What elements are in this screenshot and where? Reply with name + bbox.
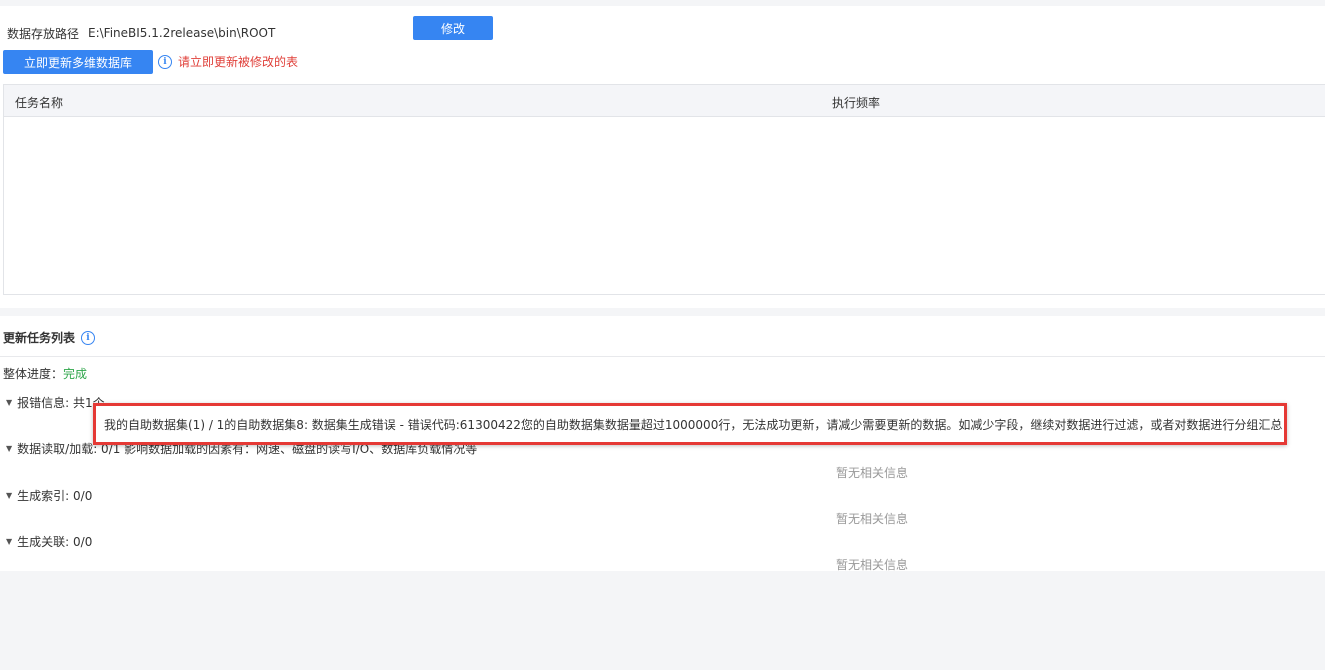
section-generate-index[interactable]: ▼ 生成索引: 0/0 (6, 487, 92, 504)
caret-down-icon: ▼ (6, 491, 13, 500)
caret-down-icon: ▼ (6, 537, 13, 546)
info-icon: i (158, 54, 172, 69)
caret-down-icon: ▼ (6, 398, 13, 407)
error-detail-text: 我的自助数据集(1) / 1的自助数据集8: 数据集生成错误 - 错误代码:61… (104, 417, 1283, 432)
caret-down-icon: ▼ (6, 444, 13, 453)
section-label: 报错信息: 共1个 (17, 396, 105, 410)
column-header-task-name: 任务名称 (15, 96, 64, 110)
task-table-header: 任务名称 执行频率 (4, 85, 1325, 117)
storage-settings-panel: 数据存放路径 E:\FineBI5.1.2release\bin\ROOT 修改… (0, 6, 1325, 308)
update-tip: i 请立即更新被修改的表 (158, 53, 298, 70)
task-table: 任务名称 执行频率 (3, 84, 1325, 295)
modify-path-button[interactable]: 修改 (413, 16, 493, 40)
section-label: 生成关联: 0/0 (17, 535, 93, 549)
section-label: 生成索引: 0/0 (17, 489, 93, 503)
update-cube-button[interactable]: 立即更新多维数据库 (3, 50, 153, 74)
storage-path-row: 数据存放路径 E:\FineBI5.1.2release\bin\ROOT (7, 20, 275, 46)
error-detail-popup: 我的自助数据集(1) / 1的自助数据集8: 数据集生成错误 - 错误代码:61… (93, 403, 1287, 445)
progress-label: 整体进度： (3, 367, 64, 381)
divider (0, 356, 1325, 357)
storage-path-value: E:\FineBI5.1.2release\bin\ROOT (88, 26, 276, 40)
overall-progress: 整体进度：完成 (3, 365, 87, 382)
info-icon[interactable]: i (81, 330, 96, 345)
storage-path-label: 数据存放路径 (7, 26, 80, 41)
update-list-title-text: 更新任务列表 (3, 331, 76, 345)
empty-info-text: 暂无相关信息 (836, 512, 909, 526)
empty-info-text: 暂无相关信息 (836, 558, 909, 572)
section-generate-relation[interactable]: ▼ 生成关联: 0/0 (6, 533, 92, 550)
empty-info-text: 暂无相关信息 (836, 466, 909, 480)
column-header-frequency: 执行频率 (832, 96, 881, 110)
update-list-title: 更新任务列表 i (3, 329, 96, 346)
progress-status: 完成 (63, 367, 88, 381)
section-error-info[interactable]: ▼ 报错信息: 共1个 (6, 394, 105, 411)
update-tip-text: 请立即更新被修改的表 (178, 55, 299, 69)
